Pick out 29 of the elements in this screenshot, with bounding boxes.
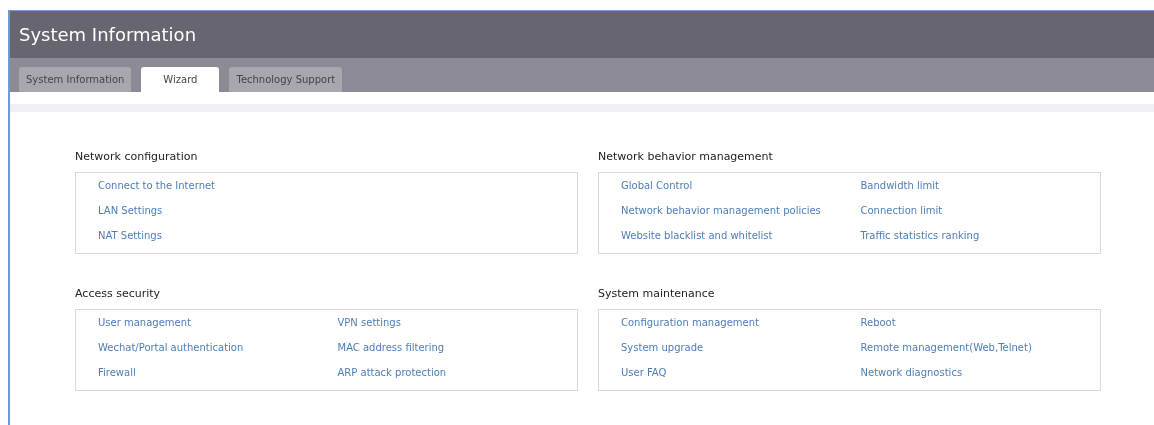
- wizard-link[interactable]: Remote management(Web,Telnet): [860, 340, 1032, 355]
- section-title: Network behavior management: [598, 150, 774, 163]
- wizard-link[interactable]: Network diagnostics: [860, 365, 963, 380]
- wizard-link[interactable]: VPN settings: [337, 315, 401, 330]
- wizard-link[interactable]: Reboot: [860, 315, 896, 330]
- section-title: Access security: [75, 287, 162, 300]
- wizard-link[interactable]: Wechat/Portal authentication: [98, 340, 244, 355]
- wizard-link[interactable]: Connection limit: [860, 203, 943, 218]
- wizard-link[interactable]: Firewall: [98, 365, 136, 380]
- wizard-link[interactable]: Global Control: [621, 178, 693, 193]
- wizard-link[interactable]: System upgrade: [621, 340, 704, 355]
- wizard-link[interactable]: Website blacklist and whitelist: [621, 228, 773, 243]
- window-title: System Information: [19, 24, 197, 45]
- wizard-link[interactable]: MAC address filtering: [337, 340, 445, 355]
- section-title: System maintenance: [598, 287, 716, 300]
- section-title: Network configuration: [75, 150, 199, 163]
- wizard-link[interactable]: NAT Settings: [98, 228, 162, 243]
- wizard-link[interactable]: User management: [98, 315, 191, 330]
- tab[interactable]: System Information: [19, 67, 132, 92]
- wizard-link[interactable]: ARP attack protection: [337, 365, 447, 380]
- wizard-link[interactable]: Traffic statistics ranking: [860, 228, 980, 243]
- wizard-link[interactable]: Network behavior management policies: [621, 203, 821, 218]
- wizard-link[interactable]: Configuration management: [621, 315, 759, 330]
- wizard-link[interactable]: Connect to the Internet: [98, 178, 216, 193]
- wizard-link[interactable]: LAN Settings: [98, 203, 163, 218]
- wizard-link[interactable]: User FAQ: [621, 365, 667, 380]
- tab[interactable]: Wizard: [141, 67, 220, 92]
- tab[interactable]: Technology Support: [229, 67, 343, 92]
- wizard-link[interactable]: Bandwidth limit: [860, 178, 939, 193]
